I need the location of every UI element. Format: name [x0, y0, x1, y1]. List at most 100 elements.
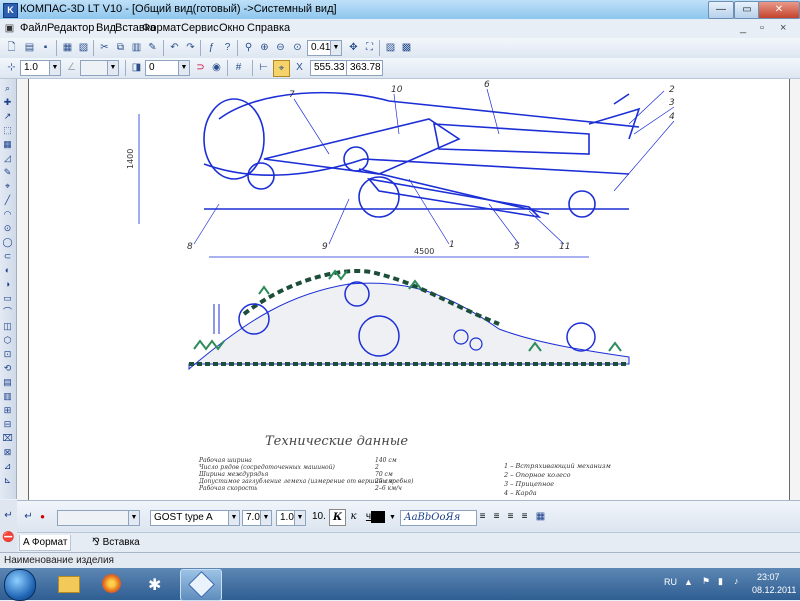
- chevron-down-icon[interactable]: ▼: [294, 511, 305, 525]
- doc-close-button[interactable]: ×: [780, 22, 786, 34]
- copy-icon[interactable]: ⧉: [113, 40, 128, 55]
- style-field[interactable]: ▼: [57, 510, 140, 526]
- align-justify-icon[interactable]: ≡: [517, 509, 532, 524]
- document-icon[interactable]: ▣: [2, 21, 17, 36]
- app-taskbar-button[interactable]: ✱: [136, 569, 176, 599]
- angle-tool-icon[interactable]: ⊾: [1, 474, 14, 487]
- geometry-tool-icon[interactable]: ⌕: [1, 82, 14, 95]
- network-tray-icon[interactable]: ▮: [718, 576, 723, 587]
- font-field[interactable]: GOST type A ▼: [150, 510, 240, 526]
- zoom-in-icon[interactable]: ⊕: [257, 40, 272, 55]
- text-tool-icon[interactable]: ✎: [1, 166, 14, 179]
- insert-table-icon[interactable]: ▦: [533, 509, 548, 524]
- menu-view[interactable]: Вид: [96, 22, 116, 34]
- show-all-icon[interactable]: ⛶: [362, 40, 377, 55]
- align-center-icon[interactable]: ≡: [489, 509, 504, 524]
- group-tool-icon[interactable]: ⊡: [1, 348, 14, 361]
- undo-icon[interactable]: ↶: [167, 40, 182, 55]
- save-icon[interactable]: ▪: [38, 40, 53, 55]
- start-button[interactable]: [4, 569, 36, 601]
- doc-restore-button[interactable]: ▫: [760, 22, 764, 34]
- kompas-taskbar-button[interactable]: [180, 569, 222, 601]
- snap-icon[interactable]: ◉: [209, 60, 224, 75]
- local-snap-icon[interactable]: ⌖: [273, 60, 290, 77]
- arc-tool-icon[interactable]: ◠: [1, 208, 14, 221]
- tab-insert[interactable]: ⅋ Вставка: [89, 535, 143, 550]
- fillet-tool-icon[interactable]: ◐: [1, 264, 14, 277]
- zoom-scale-icon[interactable]: ⊙: [290, 40, 305, 55]
- triangle-tool-icon[interactable]: ⊿: [1, 460, 14, 473]
- align-left-icon[interactable]: ≡: [475, 509, 490, 524]
- angle-step-field[interactable]: ▼: [80, 60, 119, 76]
- add-tool-icon[interactable]: ⊞: [1, 404, 14, 417]
- close-button[interactable]: ✕: [758, 1, 800, 19]
- rotate-tool-icon[interactable]: ⟲: [1, 362, 14, 375]
- doc-minimize-button[interactable]: _: [740, 22, 746, 34]
- bold-button[interactable]: К: [329, 509, 346, 526]
- menu-window[interactable]: Окно: [219, 22, 245, 34]
- redo-icon[interactable]: ↷: [183, 40, 198, 55]
- chevron-down-icon[interactable]: ▼: [385, 510, 400, 525]
- table-tool-icon[interactable]: ▤: [1, 376, 14, 389]
- line-spacing-field[interactable]: 1.0 ▼: [276, 510, 306, 526]
- hatch-tool-icon[interactable]: ▦: [1, 138, 14, 151]
- insert-point-tool-icon[interactable]: ✚: [1, 96, 14, 109]
- drawing-canvas[interactable]: 1 2 3 4 5 6 7 8 9 10 11 1400 4500 Технические дан: [17, 79, 800, 500]
- grid-icon[interactable]: #: [231, 60, 246, 75]
- stop-button[interactable]: ●: [35, 509, 50, 524]
- cursor-step-field[interactable]: 1.0 ▼: [20, 60, 61, 76]
- layer-field[interactable]: 0 ▼: [145, 60, 190, 76]
- font-size-field[interactable]: 7.0 ▼: [242, 510, 272, 526]
- clock-time[interactable]: 23:07: [757, 572, 780, 582]
- open-folder-icon[interactable]: ▤: [22, 40, 37, 55]
- dimension-tool-icon[interactable]: ◿: [1, 152, 14, 165]
- spline-tool-icon[interactable]: ⊂: [1, 250, 14, 263]
- manager-icon[interactable]: ▨: [383, 40, 398, 55]
- menu-file[interactable]: Файл: [20, 22, 47, 34]
- chevron-down-icon[interactable]: ▼: [330, 41, 341, 55]
- maximize-button[interactable]: ▭: [734, 1, 760, 19]
- ellipse-tool-icon[interactable]: ◯: [1, 236, 14, 249]
- help-arrow-icon[interactable]: ?: [220, 40, 235, 55]
- step-cursor-icon[interactable]: ⊹: [4, 60, 19, 75]
- format-brush-icon[interactable]: ✎: [145, 40, 160, 55]
- align-right-icon[interactable]: ≡: [503, 509, 518, 524]
- coord-x-field[interactable]: 555.33: [310, 60, 347, 76]
- angle-step-icon[interactable]: ∠: [64, 60, 79, 75]
- frame-tool-icon[interactable]: ▭: [1, 292, 14, 305]
- browser-taskbar-button[interactable]: [92, 569, 132, 599]
- zoom-out-icon[interactable]: ⊖: [273, 40, 288, 55]
- kompas-app-icon[interactable]: K: [3, 3, 18, 18]
- zoom-scale-field[interactable]: 0.4186 ▼: [307, 40, 342, 56]
- ortho-icon[interactable]: ⊢: [256, 60, 271, 75]
- chevron-down-icon[interactable]: ▼: [178, 61, 189, 75]
- remove-tool-icon[interactable]: ⊟: [1, 418, 14, 431]
- zoom-window-icon[interactable]: ⚲: [241, 40, 256, 55]
- chamfer-tool-icon[interactable]: ◑: [1, 278, 14, 291]
- menu-format[interactable]: Формат: [142, 22, 181, 34]
- pan-icon[interactable]: ✥: [346, 40, 361, 55]
- curve-tool-icon[interactable]: ⌒: [1, 306, 14, 319]
- segment-tool-icon[interactable]: ╱: [1, 194, 14, 207]
- polygon-tool-icon[interactable]: ⬡: [1, 334, 14, 347]
- chevron-down-icon[interactable]: ▼: [260, 511, 271, 525]
- delete-tool-icon[interactable]: ⌧: [1, 432, 14, 445]
- coord-y-field[interactable]: 363.78: [346, 60, 383, 76]
- new-file-icon[interactable]: 🗋: [4, 40, 19, 55]
- explorer-taskbar-button[interactable]: [48, 569, 88, 599]
- width-value[interactable]: 10.0: [309, 510, 326, 524]
- library-icon[interactable]: ▩: [399, 40, 414, 55]
- chevron-down-icon[interactable]: ▼: [49, 61, 60, 75]
- stop-icon[interactable]: ⛔: [1, 530, 16, 545]
- volume-icon[interactable]: ♪: [734, 576, 739, 586]
- text-color-swatch[interactable]: [371, 511, 385, 523]
- flag-icon[interactable]: ⚑: [702, 576, 710, 587]
- circle-tool-icon[interactable]: ⊙: [1, 222, 14, 235]
- chevron-down-icon[interactable]: ▼: [228, 511, 239, 525]
- chevron-down-icon[interactable]: ▼: [128, 511, 139, 525]
- print-icon[interactable]: ▧: [76, 40, 91, 55]
- minimize-button[interactable]: —: [708, 1, 734, 19]
- rectangle-tool-icon[interactable]: ⬚: [1, 124, 14, 137]
- pin-icon[interactable]: ↵: [1, 508, 16, 523]
- chevron-down-icon[interactable]: ▼: [107, 61, 118, 75]
